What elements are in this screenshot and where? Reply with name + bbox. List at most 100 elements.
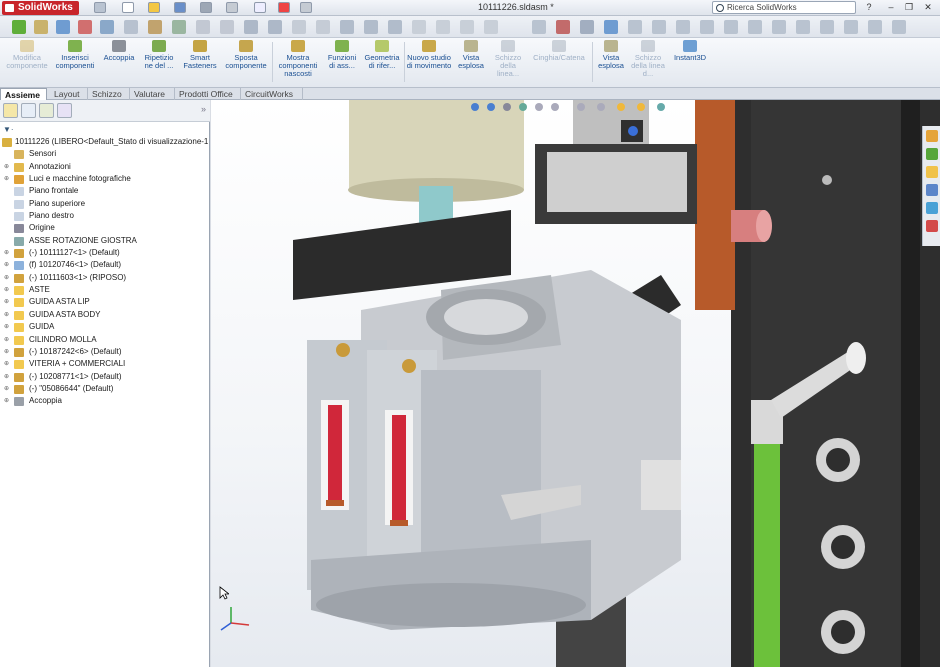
expand-toggle-icon[interactable]: ⊕ [4, 374, 10, 380]
tree-item[interactable]: ⊕ GUIDA ASTA BODY [0, 309, 210, 321]
tree-item[interactable]: Origine [0, 222, 210, 234]
tree-item[interactable]: Piano destro [0, 210, 210, 222]
exploded-view-button[interactable]: Vista esplosa [454, 40, 488, 70]
expand-toggle-icon[interactable]: ⊕ [4, 349, 10, 355]
feature-tree-tab-icon[interactable] [3, 103, 18, 118]
tree-item[interactable]: ⊕ Annotazioni [0, 161, 210, 173]
toolbar-icon[interactable] [364, 20, 378, 34]
help-icon[interactable]: ? [862, 1, 876, 14]
expand-toggle-icon[interactable]: ⊕ [4, 337, 10, 343]
belt-chain-button[interactable]: Cinghia/Catena [528, 40, 590, 62]
explode-line-sketch-button-2[interactable]: Schizzo della linea d... [630, 40, 666, 78]
toolbar-icon[interactable] [796, 20, 810, 34]
toolbar-icon[interactable] [772, 20, 786, 34]
tab-prodotti-office[interactable]: Prodotti Office [175, 88, 241, 100]
view-palette-icon[interactable] [926, 202, 938, 214]
expand-toggle-icon[interactable]: ⊕ [4, 164, 10, 170]
tree-item[interactable]: ⊕ GUIDA ASTA LIP [0, 296, 210, 308]
move-component-button[interactable]: Sposta componente [222, 40, 270, 70]
toolbar-icon[interactable] [388, 20, 402, 34]
toolbar-icon[interactable] [484, 20, 498, 34]
appearances-icon[interactable] [926, 220, 938, 232]
toolbar-icon[interactable] [340, 20, 354, 34]
toolbar-icon[interactable] [436, 20, 450, 34]
toolbar-icon[interactable] [148, 20, 162, 34]
explode-line-sketch-button[interactable]: Schizzo della linea... [490, 40, 526, 78]
heads-up-view-toolbar[interactable] [469, 100, 689, 114]
tree-item[interactable]: ⊕ Accoppia [0, 395, 210, 407]
toolbar-icon[interactable] [676, 20, 690, 34]
tab-circuitworks[interactable]: CircuitWorks [241, 88, 303, 100]
toolbar-icon[interactable] [292, 20, 306, 34]
mate-button[interactable]: Accoppia [100, 40, 138, 62]
file-explorer-icon[interactable] [926, 166, 938, 178]
toolbar-icon[interactable] [628, 20, 642, 34]
open-folder-icon[interactable] [148, 2, 160, 13]
toolbar-icon[interactable] [412, 20, 426, 34]
expand-toggle-icon[interactable]: ⊕ [4, 250, 10, 256]
expand-menu-icon[interactable] [94, 2, 106, 13]
tab-assieme[interactable]: Assieme [0, 88, 47, 100]
toolbar-icon[interactable] [868, 20, 882, 34]
tree-item[interactable]: ⊕ (-) "05086644" (Default) [0, 383, 210, 395]
expand-toggle-icon[interactable]: ⊕ [4, 312, 10, 318]
toolbar-icon[interactable] [604, 20, 618, 34]
tree-item[interactable]: Sensori [0, 148, 210, 160]
smart-fasteners-button[interactable]: Smart Fasteners [180, 40, 220, 70]
tree-item[interactable]: ⊕ GUIDA [0, 321, 210, 333]
home-icon[interactable] [926, 130, 938, 142]
toolbar-icon[interactable] [220, 20, 234, 34]
toolbar-icon[interactable] [78, 20, 92, 34]
toolbar-icon[interactable] [892, 20, 906, 34]
toolbar-icon[interactable] [556, 20, 570, 34]
smart-dimension-icon[interactable] [12, 20, 26, 34]
toolbar-icon[interactable] [268, 20, 282, 34]
insert-components-button[interactable]: Inserisci componenti [52, 40, 98, 70]
toolbar-icon[interactable] [316, 20, 330, 34]
expand-toggle-icon[interactable]: ⊕ [4, 262, 10, 268]
select-arrow-icon[interactable] [254, 2, 266, 13]
toolbar-icon[interactable] [844, 20, 858, 34]
tab-layout[interactable]: Layout [50, 88, 88, 100]
tree-item[interactable]: ⊕ (-) 10208771<1> (Default) [0, 371, 210, 383]
search-results-icon[interactable] [926, 184, 938, 196]
new-document-icon[interactable] [122, 2, 134, 13]
minimize-icon[interactable]: – [884, 1, 898, 14]
toolbar-icon[interactable] [820, 20, 834, 34]
configuration-manager-tab-icon[interactable] [39, 103, 54, 118]
toolbar-icon[interactable] [580, 20, 594, 34]
tree-item[interactable]: ASSE ROTAZIONE GIOSTRA [0, 235, 210, 247]
show-hidden-components-button[interactable]: Mostra componenti nascosti [274, 40, 322, 78]
library-icon[interactable] [926, 148, 938, 160]
toolbar-icon[interactable] [724, 20, 738, 34]
reference-geometry-button[interactable]: Geometria di rifer... [362, 40, 402, 70]
instant3d-button[interactable]: Instant3D [670, 40, 710, 62]
graphics-viewport[interactable] [211, 100, 940, 667]
toolbar-icon[interactable] [100, 20, 114, 34]
expand-toggle-icon[interactable]: ⊕ [4, 386, 10, 392]
filter-icon[interactable]: ▼· [3, 125, 17, 134]
toolbar-icon[interactable] [34, 20, 48, 34]
tab-schizzo[interactable]: Schizzo [88, 88, 130, 100]
property-manager-tab-icon[interactable] [21, 103, 36, 118]
toolbar-icon[interactable] [748, 20, 762, 34]
expand-toggle-icon[interactable]: ⊕ [4, 275, 10, 281]
tab-valutare[interactable]: Valutare [130, 88, 175, 100]
toolbar-icon[interactable] [460, 20, 474, 34]
toolbar-icon[interactable] [244, 20, 258, 34]
tree-item[interactable]: ⊕ (f) 10120746<1> (Default) [0, 259, 210, 271]
undo-icon[interactable] [226, 2, 238, 13]
tree-item[interactable]: ⊕ (-) 10187242<6> (Default) [0, 346, 210, 358]
expand-toggle-icon[interactable]: ⊕ [4, 324, 10, 330]
tree-item[interactable]: ⊕ ASTE [0, 284, 210, 296]
expand-toggle-icon[interactable]: ⊕ [4, 287, 10, 293]
edit-component-button[interactable]: Modifica componente [4, 40, 50, 70]
toolbar-icon[interactable] [700, 20, 714, 34]
solidworks-logo[interactable]: SolidWorks [2, 1, 79, 15]
assembly-model-render[interactable] [211, 100, 940, 667]
toolbar-icon[interactable] [56, 20, 70, 34]
toolbar-icon[interactable] [196, 20, 210, 34]
expand-toggle-icon[interactable]: ⊕ [4, 361, 10, 367]
toolbar-icon[interactable] [532, 20, 546, 34]
new-motion-study-button[interactable]: Nuovo studio di movimento [406, 40, 452, 70]
